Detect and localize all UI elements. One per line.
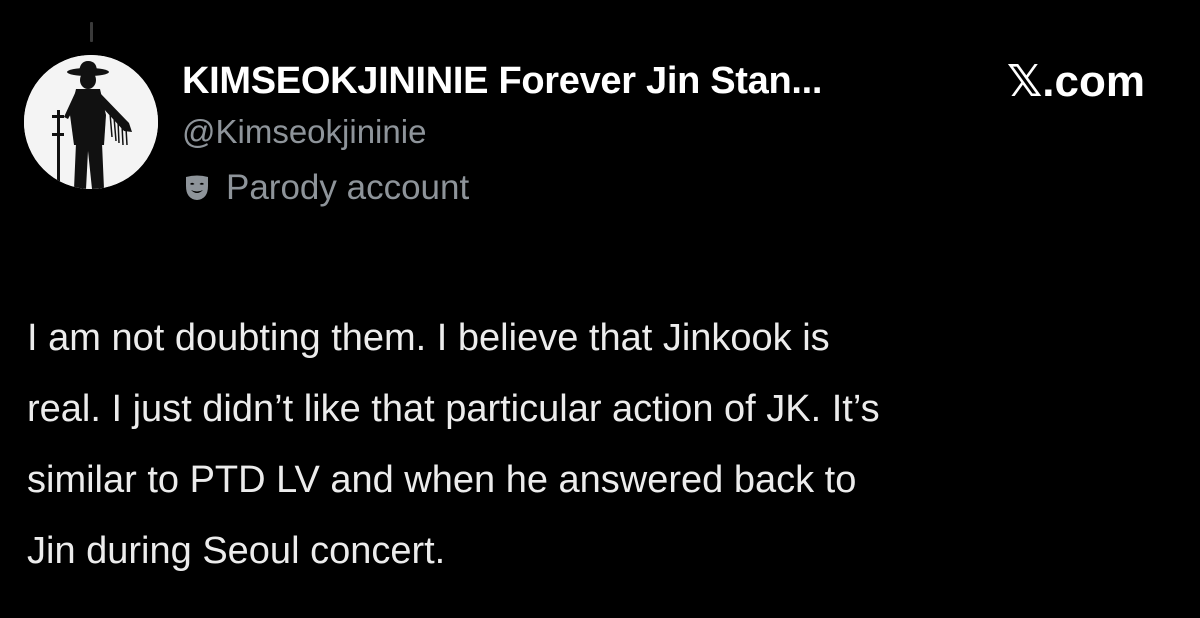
tweet-text: I am not doubting them. I believe that J… [27,303,1167,587]
theater-mask-icon [182,173,212,203]
tweet-text-line: real. I just didn’t like that particular… [27,388,880,430]
tweet-text-line: Jin during Seoul concert. [27,530,446,572]
top-divider-tick [90,22,93,42]
silhouette-with-hat-avatar-icon [24,55,158,189]
author-handle[interactable]: @Kimseokjininie [182,113,426,151]
tweet-text-line: similar to PTD LV and when he answered b… [27,459,857,501]
parody-account-label-row: Parody account [182,168,469,208]
parody-account-label: Parody account [226,168,470,207]
tweet-text-line: I am not doubting them. I believe that J… [27,317,830,359]
site-brand-logo: 𝕏.com [1006,57,1145,106]
avatar[interactable] [24,55,158,189]
author-display-name[interactable]: KIMSEOKJININIE Forever Jin Stan... [182,60,822,103]
